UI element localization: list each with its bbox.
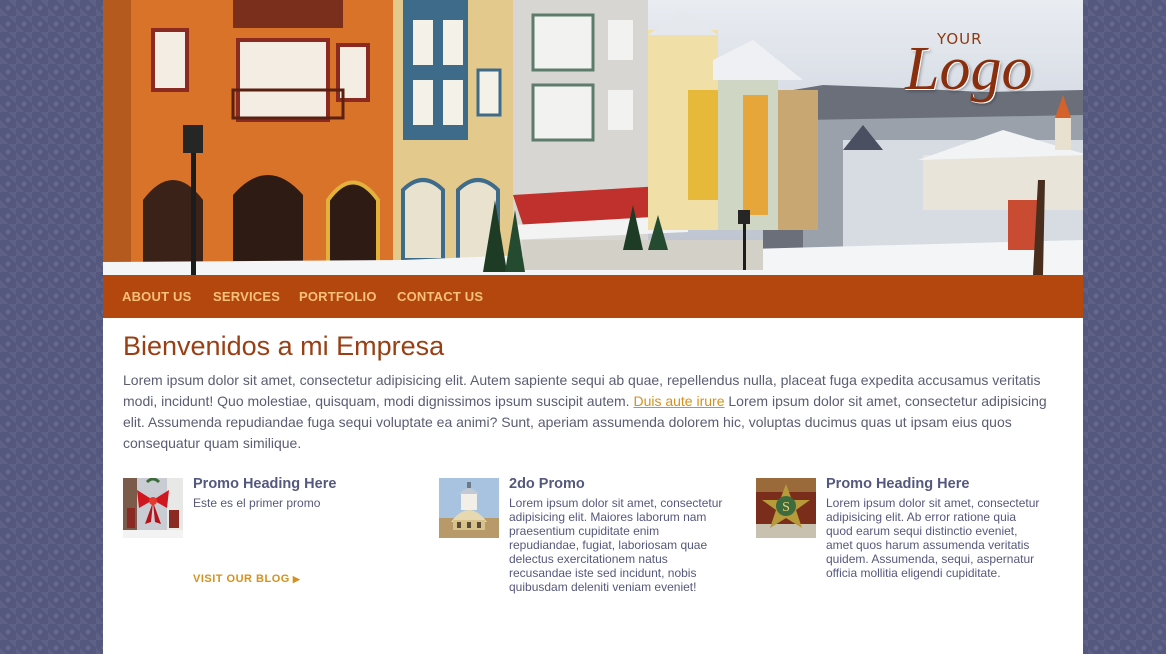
page-title: Bienvenidos a mi Empresa <box>123 331 445 361</box>
intro-paragraph: Lorem ipsum dolor sit amet, consectetur … <box>123 370 1053 454</box>
promo-3-heading: Promo Heading Here <box>826 476 970 492</box>
visit-blog-link[interactable]: VISIT OUR BLOG ▶ <box>193 573 300 585</box>
main-navigation: ABOUT US SERVICES PORTFOLIO CONTACT US <box>103 275 1083 318</box>
nav-item-services[interactable]: SERVICES <box>213 289 280 304</box>
company-logo[interactable]: YOUR Logo <box>901 26 1051 112</box>
emblem-thumbnail: S <box>756 478 816 538</box>
promo-3-text: Lorem ipsum dolor sit amet, consectetur … <box>826 496 1040 580</box>
bow-ornament-thumbnail <box>123 478 183 538</box>
intro-inline-link[interactable]: Duis aute irure <box>633 393 724 409</box>
arrow-right-icon: ▶ <box>292 574 301 584</box>
nav-item-contact-us[interactable]: CONTACT US <box>397 289 483 304</box>
page-container: YOUR Logo ABOUT US SERVICES PORTFOLIO CO… <box>103 0 1083 654</box>
promo-1-heading: Promo Heading Here <box>193 476 337 492</box>
promo-2-heading: 2do Promo <box>509 476 585 492</box>
main-content: Bienvenidos a mi Empresa Lorem ipsum dol… <box>123 328 1053 454</box>
dome-building-thumbnail <box>439 478 499 538</box>
promo-2-text: Lorem ipsum dolor sit amet, consectetur … <box>509 496 723 594</box>
logo-main-text: Logo <box>905 35 1033 103</box>
nav-item-about-us[interactable]: ABOUT US <box>122 289 192 304</box>
nav-item-portfolio[interactable]: PORTFOLIO <box>299 289 377 304</box>
visit-blog-label: VISIT OUR BLOG <box>193 573 290 585</box>
header-banner: YOUR Logo <box>103 0 1083 275</box>
promo-1-text: Este es el primer promo <box>193 496 321 510</box>
svg-text:S: S <box>782 500 790 515</box>
